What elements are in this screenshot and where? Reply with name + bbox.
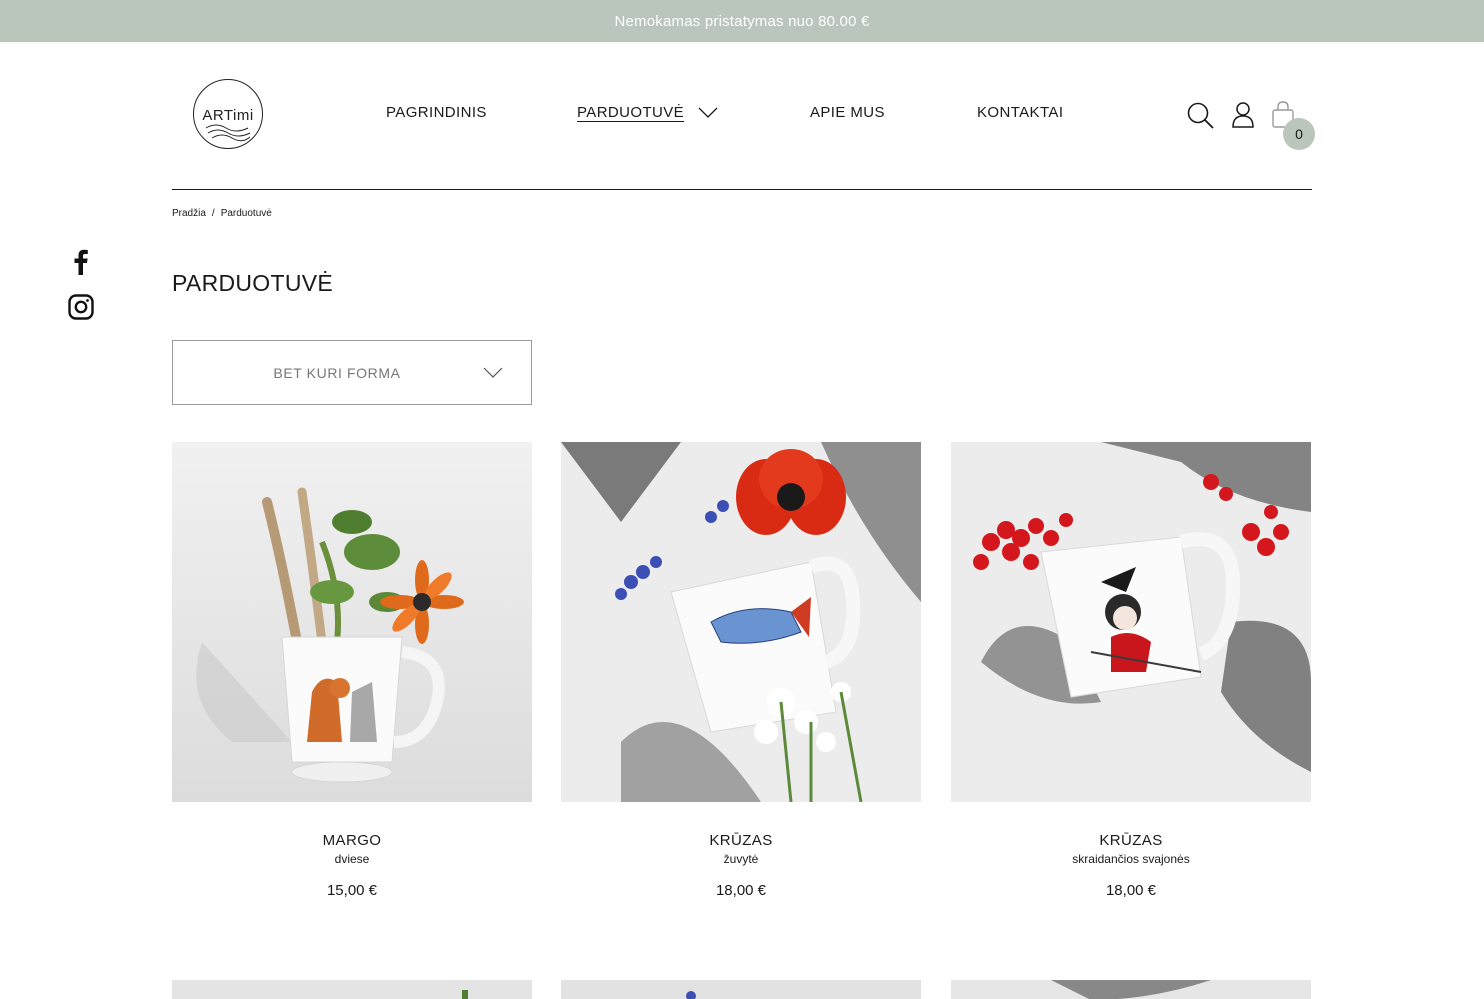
product-name[interactable]: KRŪZAS xyxy=(561,832,921,849)
nav-item-contacts[interactable]: KONTAKTAI xyxy=(977,104,1063,121)
cart-count-badge[interactable]: 0 xyxy=(1283,118,1315,150)
product-card[interactable]: KRŪZAS skraidančios svajonės 18,00 € xyxy=(951,442,1311,899)
product-card[interactable]: MARGO dviese 15,00 € xyxy=(172,442,532,899)
product-image[interactable] xyxy=(951,980,1311,999)
product-subtitle: žuvytė xyxy=(723,852,759,866)
header-divider xyxy=(172,189,1312,190)
breadcrumb-home[interactable]: Pradžia xyxy=(172,208,206,219)
chevron-down-icon[interactable] xyxy=(698,107,718,119)
site-header: ARTimi PAGRINDINIS PARDUOTUVĖ APIE MUS K… xyxy=(0,42,1484,190)
main-nav: PAGRINDINIS PARDUOTUVĖ APIE MUS KONTAKTA… xyxy=(0,104,1484,128)
nav-item-shop[interactable]: PARDUOTUVĖ xyxy=(577,104,718,121)
filter-label: BET KURI FORMA xyxy=(273,364,401,381)
cart-count: 0 xyxy=(1295,126,1303,142)
product-image[interactable] xyxy=(561,442,921,802)
product-price: 18,00 € xyxy=(715,882,767,899)
promo-bar: Nemokamas pristatymas nuo 80.00 € xyxy=(0,0,1484,42)
product-image[interactable] xyxy=(561,980,921,999)
instagram-icon[interactable] xyxy=(68,294,94,320)
product-card[interactable]: KRŪZAS žuvytė 18,00 € xyxy=(561,442,921,899)
breadcrumb-current: Parduotuvė xyxy=(220,208,272,219)
product-image[interactable] xyxy=(951,442,1311,802)
shape-filter-select[interactable]: BET KURI FORMA xyxy=(172,340,532,405)
breadcrumb-separator: / xyxy=(211,208,215,219)
breadcrumb: Pradžia / Parduotuvė xyxy=(172,208,272,219)
search-icon[interactable] xyxy=(1186,101,1216,131)
nav-item-label: KONTAKTAI xyxy=(977,104,1064,121)
product-subtitle: skraidančios svajonės xyxy=(1072,852,1190,866)
nav-item-label: APIE MUS xyxy=(810,104,885,121)
product-subtitle: dviese xyxy=(334,852,370,866)
nav-item-about[interactable]: APIE MUS xyxy=(810,104,885,121)
product-image[interactable] xyxy=(172,442,532,802)
chevron-down-icon xyxy=(483,367,503,378)
nav-item-label: PAGRINDINIS xyxy=(386,104,487,121)
nav-item-home[interactable]: PAGRINDINIS xyxy=(386,104,487,121)
product-price: 18,00 € xyxy=(1105,882,1157,899)
product-name[interactable]: MARGO xyxy=(172,832,532,849)
product-name[interactable]: KRŪZAS xyxy=(951,832,1311,849)
page-title: PARDUOTUVĖ xyxy=(172,270,334,296)
user-icon[interactable] xyxy=(1230,101,1256,129)
promo-text: Nemokamas pristatymas nuo 80.00 € xyxy=(614,12,870,30)
product-image[interactable] xyxy=(172,980,532,999)
facebook-icon[interactable] xyxy=(70,248,92,276)
nav-item-label: PARDUOTUVĖ xyxy=(577,104,685,121)
product-price: 15,00 € xyxy=(326,882,378,899)
